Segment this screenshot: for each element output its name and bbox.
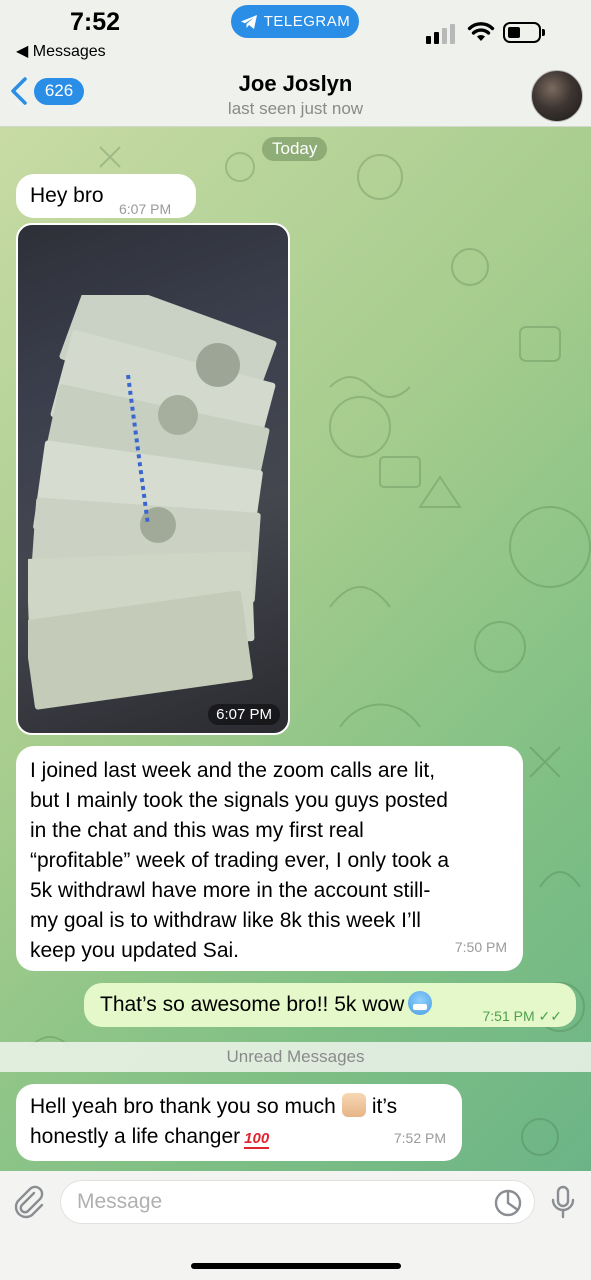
message-text: honestly a life changer — [30, 1125, 241, 1148]
message-text: That’s so awesome bro!! 5k wow — [100, 993, 405, 1016]
message-time: 7:51 PM — [482, 1008, 535, 1024]
message-time: 7:50 PM — [454, 939, 507, 955]
contact-last-seen: last seen just now — [227, 99, 364, 118]
top-bar: 7:52 ◀ Messages TELEGRAM 626 Joe Joslyn … — [0, 0, 591, 127]
message-time: 7:52 PM — [393, 1130, 446, 1146]
hundred-points-emoji-icon: 100 — [244, 1130, 270, 1149]
message-bubble-outgoing[interactable]: That’s so awesome bro!! 5k wow 7:51 PM ✓… — [84, 983, 576, 1027]
message-time: 6:07 PM — [119, 201, 172, 217]
telegram-plane-icon — [240, 14, 257, 29]
message-bubble-incoming[interactable]: Hell yeah bro thank you so much it’s hone… — [16, 1084, 462, 1161]
message-input[interactable]: Message — [60, 1180, 535, 1224]
telegram-pill[interactable]: TELEGRAM — [231, 5, 359, 38]
message-text: Hell yeah bro thank you so much — [30, 1095, 336, 1118]
message-composer: Message — [0, 1171, 591, 1280]
contact-name[interactable]: Joe Joslyn — [0, 71, 591, 97]
paperclip-icon[interactable] — [12, 1185, 46, 1219]
message-bubble-incoming[interactable]: Hey bro 6:07 PM — [16, 174, 196, 218]
message-time-and-read-status: 7:51 PM ✓✓ — [483, 1001, 563, 1031]
photo-time: 6:07 PM — [208, 704, 280, 725]
cash-photo-image — [28, 295, 277, 710]
message-text: it’s — [371, 1095, 398, 1118]
photo-message[interactable]: 6:07 PM — [16, 223, 290, 735]
battery-icon — [503, 22, 545, 43]
read-check-icon: ✓✓ — [538, 1008, 562, 1024]
cellular-signal-icon — [426, 24, 455, 44]
home-indicator — [191, 1263, 401, 1269]
date-divider: Today — [262, 137, 328, 161]
telegram-pill-label: TELEGRAM — [263, 13, 351, 30]
avatar[interactable] — [531, 70, 583, 122]
status-time: 7:52 — [70, 8, 121, 36]
back-to-app-link[interactable]: ◀ Messages — [16, 41, 106, 61]
message-text: I joined last week and the zoom calls ar… — [30, 759, 450, 962]
message-bubble-incoming[interactable]: I joined last week and the zoom calls ar… — [16, 746, 523, 971]
chat-area[interactable]: Today Hey bro 6:07 PM 6:07 PM I joined l… — [0, 127, 591, 1171]
sticker-icon[interactable] — [493, 1188, 523, 1218]
raised-fist-emoji-icon — [341, 1093, 366, 1117]
message-text: Hey bro — [30, 184, 104, 207]
unread-messages-divider: Unread Messages — [0, 1042, 591, 1072]
wifi-icon — [467, 22, 495, 41]
microphone-icon[interactable] — [549, 1185, 577, 1221]
cold-face-emoji-icon — [408, 991, 433, 1015]
